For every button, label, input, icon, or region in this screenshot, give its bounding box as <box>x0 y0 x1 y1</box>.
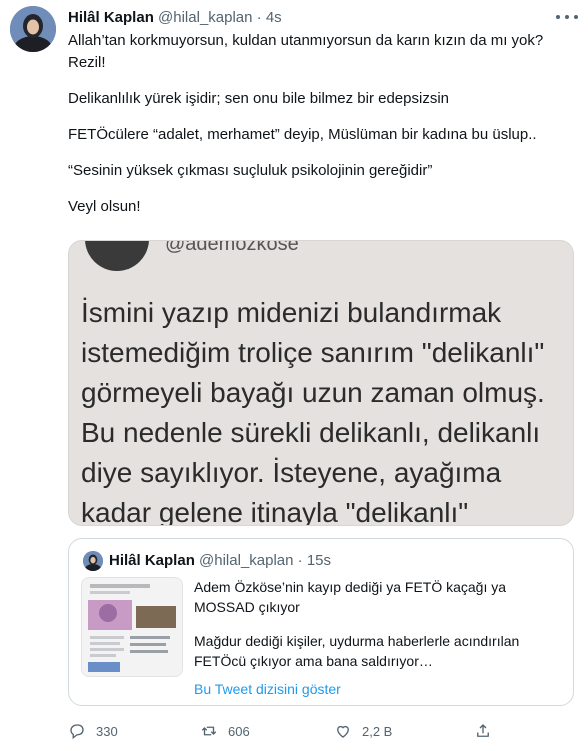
tweet-header: Hilâl Kaplan @hilal_kaplan · 4s <box>68 9 282 27</box>
retweet-icon <box>201 726 217 736</box>
quoted-time: 15s <box>306 552 332 569</box>
tweet-line: Veyl olsun! <box>68 198 141 215</box>
tweet-time[interactable]: 4s <box>266 9 282 26</box>
quoted-tweet[interactable]: Hilâl Kaplan @hilal_kaplan · 15s Adem Öz… <box>68 538 574 706</box>
tweet-line: Delikanlılık yürek işidir; sen onu bile … <box>68 90 449 107</box>
tweet-line: “Sesinin yüksek çıkması suçluluk psikolo… <box>68 162 433 179</box>
separator: · <box>256 9 262 26</box>
author-name[interactable]: Hilâl Kaplan <box>68 9 154 26</box>
reply-count: 330 <box>96 723 118 739</box>
more-options-icon[interactable] <box>556 10 578 24</box>
reply-icon <box>70 724 84 740</box>
heart-icon <box>337 725 349 738</box>
quoted-line: Mağdur dediği kişiler, uydurma haberlerl… <box>194 633 520 669</box>
tweet-line: Allah’tan korkmuyorsun, kuldan utanmıyor… <box>68 32 544 71</box>
tweet-text: Allah’tan korkmuyorsun, kuldan utanmıyor… <box>68 30 568 232</box>
author-handle[interactable]: @hilal_kaplan <box>158 9 252 26</box>
quoted-line: Adem Özköse’nin kayıp dediği ya FETÖ kaç… <box>194 579 507 615</box>
share-button[interactable] <box>474 722 492 740</box>
action-bar: 330 606 2,2 B <box>68 722 568 748</box>
image-caption: İsmini yazıp midenizi bulandırmak isteme… <box>81 297 545 526</box>
tweet-image[interactable]: @ademozkose İsmini yazıp midenizi buland… <box>68 240 574 526</box>
image-avatar <box>85 241 149 271</box>
quoted-header: Hilâl Kaplan @hilal_kaplan · 15s <box>109 552 331 569</box>
like-count: 2,2 B <box>362 723 393 739</box>
quoted-thumbnail[interactable] <box>81 577 183 677</box>
image-handle: @ademozkose <box>165 240 299 255</box>
show-thread-link[interactable]: Bu Tweet dizisini göster <box>194 681 341 697</box>
tweet-line: FETÖcülere “adalet, merhamet” deyip, Müs… <box>68 126 537 143</box>
share-icon <box>477 724 489 737</box>
quoted-author-handle: @hilal_kaplan <box>199 552 294 569</box>
like-button[interactable]: 2,2 B <box>334 722 392 740</box>
reply-button[interactable]: 330 <box>68 722 118 740</box>
retweet-count: 606 <box>228 723 250 739</box>
retweet-button[interactable]: 606 <box>200 722 250 740</box>
separator: · <box>297 552 303 569</box>
author-avatar[interactable] <box>10 6 56 52</box>
quoted-author-name: Hilâl Kaplan <box>109 552 195 569</box>
quoted-text: Adem Özköse’nin kayıp dediği ya FETÖ kaç… <box>194 577 564 685</box>
quoted-author-avatar <box>83 551 103 571</box>
